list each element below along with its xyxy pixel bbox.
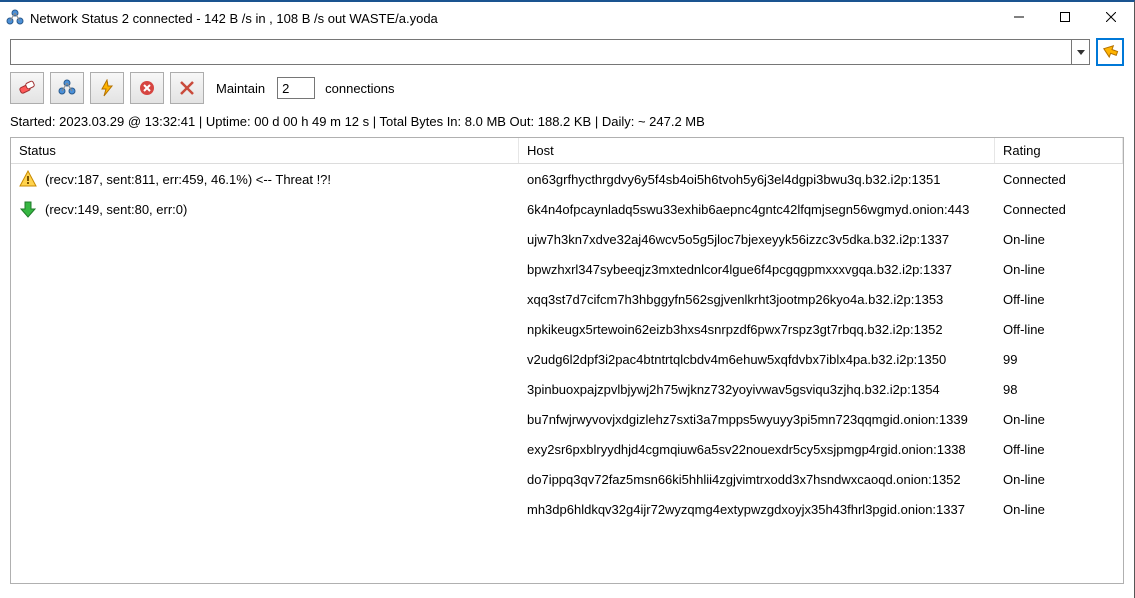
table-row[interactable]: v2udg6l2dpf3i2pac4btntrtqlcbdv4m6ehuw5xq… [11,344,1123,374]
lightning-icon [98,79,116,97]
rating-cell: 99 [995,348,1123,371]
minimize-button[interactable] [996,2,1042,32]
close-button[interactable] [1088,2,1134,32]
table-row[interactable]: exy2sr6pxblryydhjd4cgmqiuw6a5sv22nouexdr… [11,434,1123,464]
rating-cell: Off-line [995,288,1123,311]
rating-cell: Off-line [995,318,1123,341]
rating-cell: On-line [995,408,1123,431]
host-cell: v2udg6l2dpf3i2pac4btntrtqlcbdv4m6ehuw5xq… [519,348,995,371]
empty-icon [19,260,37,278]
status-cell [11,406,519,432]
status-cell: (recv:187, sent:811, err:459, 46.1%) <--… [11,166,519,192]
host-cell: ujw7h3kn7xdve32aj46wcv5o5g5jloc7bjexeyyk… [519,228,995,251]
status-cell [11,226,519,252]
window-title: Network Status 2 connected - 142 B /s in… [30,11,438,26]
table-row[interactable]: (recv:149, sent:80, err:0) 6k4n4ofpcaynla… [11,194,1123,224]
status-cell [11,346,519,372]
network-button[interactable] [50,72,84,104]
host-cell: 6k4n4ofpcaynladq5swu33exhib6aepnc4gntc42… [519,198,995,221]
host-cell: 3pinbuoxpajzpvlbjywj2h75wjknz732yoyivwav… [519,378,995,401]
app-window: Network Status 2 connected - 142 B /s in… [0,0,1135,598]
list-body[interactable]: (recv:187, sent:811, err:459, 46.1%) <--… [11,164,1123,583]
table-row[interactable]: 3pinbuoxpajzpvlbjywj2h75wjknz732yoyivwav… [11,374,1123,404]
status-cell [11,436,519,462]
rating-cell: On-line [995,468,1123,491]
eraser-icon [17,78,37,98]
status-cell: (recv:149, sent:80, err:0) [11,196,519,222]
cancel-icon [178,79,196,97]
status-cell [11,466,519,492]
empty-icon [19,470,37,488]
address-input[interactable] [10,39,1072,65]
address-bar-row [0,34,1134,70]
empty-icon [19,350,37,368]
host-cell: exy2sr6pxblryydhjd4cgmqiuw6a5sv22nouexdr… [519,438,995,461]
header-rating[interactable]: Rating [995,138,1123,163]
table-row[interactable]: bpwzhxrl347sybeeqjz3mxtednlcor4lgue6f4pc… [11,254,1123,284]
table-row[interactable]: xqq3st7d7cifcm7h3hbggyfn562sgjvenlkrht3j… [11,284,1123,314]
address-dropdown-button[interactable] [1072,39,1090,65]
list-header: Status Host Rating [11,138,1123,164]
rating-cell: Off-line [995,438,1123,461]
app-icon [6,9,24,27]
empty-icon [19,380,37,398]
rating-cell: Connected [995,198,1123,221]
header-status[interactable]: Status [11,138,519,163]
cancel-button[interactable] [170,72,204,104]
host-cell: npkikeugx5rtewoin62eizb3hxs4snrpzdf6pwx7… [519,318,995,341]
maintain-input[interactable] [277,77,315,99]
empty-icon [19,410,37,428]
host-cell: on63grfhycthrgdvy6y5f4sb4oi5h6tvoh5y6j3e… [519,168,995,191]
host-cell: mh3dp6hldkqv32g4ijr72wyzqmg4extypwzgdxoy… [519,498,995,521]
maintain-label: Maintain [216,81,265,96]
host-cell: bpwzhxrl347sybeeqjz3mxtednlcor4lgue6f4pc… [519,258,995,281]
rating-cell: Connected [995,168,1123,191]
window-controls [996,2,1134,34]
down-icon [19,200,37,218]
rating-cell: On-line [995,258,1123,281]
empty-icon [19,500,37,518]
empty-icon [19,290,37,308]
empty-icon [19,440,37,458]
status-text: (recv:187, sent:811, err:459, 46.1%) <--… [45,172,331,187]
info-line: Started: 2023.03.29 @ 13:32:41 | Uptime:… [0,110,1134,137]
connection-list: Status Host Rating (recv:187, sent:811, … [10,137,1124,584]
status-cell [11,286,519,312]
table-row[interactable]: npkikeugx5rtewoin62eizb3hxs4snrpzdf6pwx7… [11,314,1123,344]
rating-cell: 98 [995,378,1123,401]
rating-cell: On-line [995,498,1123,521]
table-row[interactable]: (recv:187, sent:811, err:459, 46.1%) <--… [11,164,1123,194]
status-cell [11,496,519,522]
warning-icon [19,170,37,188]
host-cell: xqq3st7d7cifcm7h3hbggyfn562sgjvenlkrht3j… [519,288,995,311]
host-cell: do7ippq3qv72faz5msn66ki5hhlii4zgjvimtrxo… [519,468,995,491]
table-row[interactable]: mh3dp6hldkqv32g4ijr72wyzqmg4extypwzgdxoy… [11,494,1123,524]
header-host[interactable]: Host [519,138,995,163]
rating-cell: On-line [995,228,1123,251]
table-row[interactable]: ujw7h3kn7xdve32aj46wcv5o5g5jloc7bjexeyyk… [11,224,1123,254]
connect-go-button[interactable] [1096,38,1124,66]
eraser-button[interactable] [10,72,44,104]
toolbar: Maintain connections [0,70,1134,110]
status-cell [11,376,519,402]
titlebar: Network Status 2 connected - 142 B /s in… [0,2,1134,34]
network-icon [58,79,76,97]
table-row[interactable]: bu7nfwjrwyvovjxdgizlehz7sxti3a7mpps5wyuy… [11,404,1123,434]
delete-icon [138,79,156,97]
empty-icon [19,320,37,338]
connections-label: connections [325,81,394,96]
delete-button[interactable] [130,72,164,104]
empty-icon [19,230,37,248]
maximize-button[interactable] [1042,2,1088,32]
status-cell [11,316,519,342]
host-cell: bu7nfwjrwyvovjxdgizlehz7sxti3a7mpps5wyuy… [519,408,995,431]
status-text: (recv:149, sent:80, err:0) [45,202,187,217]
table-row[interactable]: do7ippq3qv72faz5msn66ki5hhlii4zgjvimtrxo… [11,464,1123,494]
status-cell [11,256,519,282]
reconnect-button[interactable] [90,72,124,104]
